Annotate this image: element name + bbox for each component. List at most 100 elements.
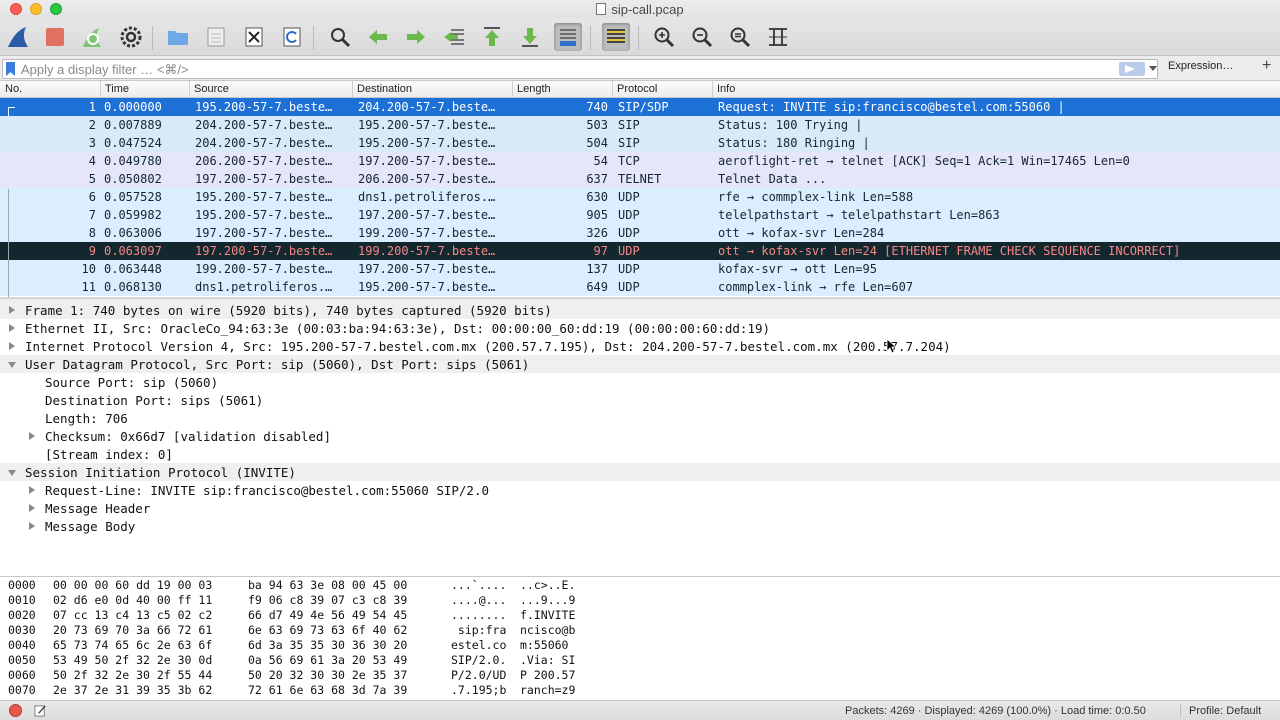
hex-offset: 0020 <box>8 608 36 622</box>
packet-row[interactable]: 7 0.059982 195.200-57-7.beste… 197.200-57-7… <box>0 206 1280 224</box>
expression-button[interactable]: Expression… <box>1168 60 1233 72</box>
hex-row[interactable]: 0040 65 73 74 65 6c 2e 63 6f 6d 3a 35 35 3… <box>0 637 1280 652</box>
packet-length: 504 <box>586 136 608 150</box>
hex-row[interactable]: 0020 07 cc 13 c4 13 c5 02 c2 66 d7 49 4e 5… <box>0 607 1280 622</box>
packet-row[interactable]: 3 0.047524 204.200-57-7.beste… 195.200-57-7… <box>0 134 1280 152</box>
zoom-out-icon <box>692 27 713 48</box>
save-file-button[interactable] <box>202 23 230 51</box>
detail-tree-item[interactable]: [Stream index: 0] <box>0 445 1280 463</box>
packet-row[interactable]: 8 0.063006 197.200-57-7.beste… 199.200-57-7… <box>0 224 1280 242</box>
collapsed-arrow-icon[interactable] <box>9 324 15 332</box>
packet-time: 0.057528 <box>104 190 162 204</box>
start-capture-button[interactable] <box>4 23 32 51</box>
hex-row[interactable]: 0000 00 00 00 60 dd 19 00 03 ba 94 63 3e 0… <box>0 577 1280 592</box>
detail-tree-item[interactable]: Frame 1: 740 bytes on wire (5920 bits), … <box>0 301 1280 319</box>
detail-tree-item[interactable]: Ethernet II, Src: OracleCo_94:63:3e (00:… <box>0 319 1280 337</box>
packet-row[interactable]: 4 0.049780 206.200-57-7.beste… 197.200-57-7… <box>0 152 1280 170</box>
collapsed-arrow-icon[interactable] <box>9 342 15 350</box>
detail-tree-item[interactable]: Source Port: sip (5060) <box>0 373 1280 391</box>
auto-scroll-button[interactable] <box>554 23 582 51</box>
packet-row[interactable]: 9 0.063097 197.200-57-7.beste… 199.200-57-7… <box>0 242 1280 260</box>
column-header-length[interactable]: Length <box>517 83 551 95</box>
packet-number: 7 <box>88 208 96 222</box>
detail-tree-item[interactable]: Checksum: 0x66d7 [validation disabled] <box>0 427 1280 445</box>
resize-columns-button[interactable] <box>764 23 792 51</box>
packet-list: No. Time Source Destination Length Proto… <box>0 81 1280 299</box>
detail-tree-label: Message Body <box>45 519 136 534</box>
expanded-arrow-icon[interactable] <box>8 362 16 368</box>
packet-time: 0.063448 <box>104 262 162 276</box>
open-file-button[interactable] <box>164 23 192 51</box>
detail-tree-item[interactable]: Session Initiation Protocol (INVITE) <box>0 463 1280 481</box>
hex-offset: 0030 <box>8 623 36 637</box>
hex-row[interactable]: 0070 2e 37 2e 31 39 35 3b 62 72 61 6e 63 6… <box>0 682 1280 697</box>
detail-tree-label: User Datagram Protocol, Src Port: sip (5… <box>25 357 530 372</box>
expanded-arrow-icon[interactable] <box>8 470 16 476</box>
column-header-protocol[interactable]: Protocol <box>617 83 657 95</box>
packet-row[interactable]: 6 0.057528 195.200-57-7.beste… dns1.petroli… <box>0 188 1280 206</box>
profile-status[interactable]: Profile: Default <box>1189 705 1261 717</box>
collapsed-arrow-icon[interactable] <box>29 504 35 512</box>
capture-options-button[interactable] <box>117 23 145 51</box>
packet-row[interactable]: 5 0.050802 197.200-57-7.beste… 206.200-57-7… <box>0 170 1280 188</box>
packet-row[interactable]: 11 0.068130 dns1.petroliferos.… 195.200-57-… <box>0 278 1280 296</box>
normal-size-button[interactable] <box>726 23 754 51</box>
detail-tree-item[interactable]: Message Header <box>0 499 1280 517</box>
bookmark-icon[interactable] <box>6 62 15 76</box>
column-header-source[interactable]: Source <box>194 83 229 95</box>
stop-capture-button[interactable] <box>41 23 69 51</box>
detail-tree-item[interactable]: Length: 706 <box>0 409 1280 427</box>
hex-ascii: SIP/2.0. <box>451 653 507 667</box>
close-file-button[interactable] <box>240 23 268 51</box>
detail-tree-item[interactable]: User Datagram Protocol, Src Port: sip (5… <box>0 355 1280 373</box>
packet-destination: 195.200-57-7.beste… <box>358 136 496 150</box>
packet-destination: 204.200-57-7.beste… <box>358 100 496 114</box>
column-header-time[interactable]: Time <box>105 83 129 95</box>
zoom-out-button[interactable] <box>688 23 716 51</box>
hex-row[interactable]: 0060 50 2f 32 2e 30 2f 55 44 50 20 32 30 3… <box>0 667 1280 682</box>
column-header-no[interactable]: No. <box>5 83 22 95</box>
goto-packet-icon <box>444 29 464 45</box>
filter-history-dropdown[interactable] <box>1149 66 1157 71</box>
hex-row[interactable]: 0030 20 73 69 70 3a 66 72 61 6e 63 69 73 6… <box>0 622 1280 637</box>
hex-row[interactable]: 0050 53 49 50 2f 32 2e 30 0d 0a 56 69 61 3… <box>0 652 1280 667</box>
column-header-info[interactable]: Info <box>717 83 735 95</box>
expert-info-icon[interactable] <box>9 704 22 717</box>
find-packet-button[interactable] <box>326 23 354 51</box>
restart-capture-button[interactable] <box>78 23 106 51</box>
reload-icon <box>283 27 301 47</box>
hex-row[interactable]: 0010 02 d6 e0 0d 40 00 ff 11 f9 06 c8 39 0… <box>0 592 1280 607</box>
packet-row[interactable]: 10 0.063448 199.200-57-7.beste… 197.200-57-… <box>0 260 1280 278</box>
detail-tree-item[interactable]: Message Body <box>0 517 1280 535</box>
collapsed-arrow-icon[interactable] <box>29 486 35 494</box>
detail-tree-label: [Stream index: 0] <box>45 447 173 462</box>
zoom-in-button[interactable] <box>650 23 678 51</box>
go-first-button[interactable] <box>478 23 506 51</box>
packet-length: 97 <box>593 244 608 258</box>
colorize-button[interactable] <box>602 23 630 51</box>
detail-tree-item[interactable]: Destination Port: sips (5061) <box>0 391 1280 409</box>
packet-row[interactable]: 2 0.007889 204.200-57-7.beste… 195.200-57-7… <box>0 116 1280 134</box>
column-header-destination[interactable]: Destination <box>357 83 412 95</box>
detail-tree-item[interactable]: Internet Protocol Version 4, Src: 195.20… <box>0 337 1280 355</box>
edit-comment-icon[interactable] <box>34 704 47 717</box>
detail-tree-item[interactable]: Request-Line: INVITE sip:francisco@beste… <box>0 481 1280 499</box>
packet-row[interactable]: 1 0.000000 195.200-57-7.beste… 204.200-57-7… <box>0 98 1280 117</box>
collapsed-arrow-icon[interactable] <box>29 522 35 530</box>
shark-fin-icon <box>8 27 28 47</box>
packet-number: 5 <box>88 172 96 186</box>
go-back-button[interactable] <box>364 23 392 51</box>
packet-protocol: SIP <box>618 136 640 150</box>
reload-file-button[interactable] <box>278 23 306 51</box>
apply-filter-button[interactable] <box>1119 62 1145 76</box>
packet-time: 0.000000 <box>104 100 162 114</box>
go-last-button[interactable] <box>516 23 544 51</box>
column-separator <box>189 81 190 97</box>
go-to-packet-button[interactable] <box>440 23 468 51</box>
packet-length: 649 <box>586 280 608 294</box>
go-forward-button[interactable] <box>402 23 430 51</box>
collapsed-arrow-icon[interactable] <box>9 306 15 314</box>
collapsed-arrow-icon[interactable] <box>29 432 35 440</box>
add-filter-button[interactable]: + <box>1262 57 1271 75</box>
display-filter-input[interactable]: Apply a display filter … <⌘/> <box>2 59 1158 79</box>
